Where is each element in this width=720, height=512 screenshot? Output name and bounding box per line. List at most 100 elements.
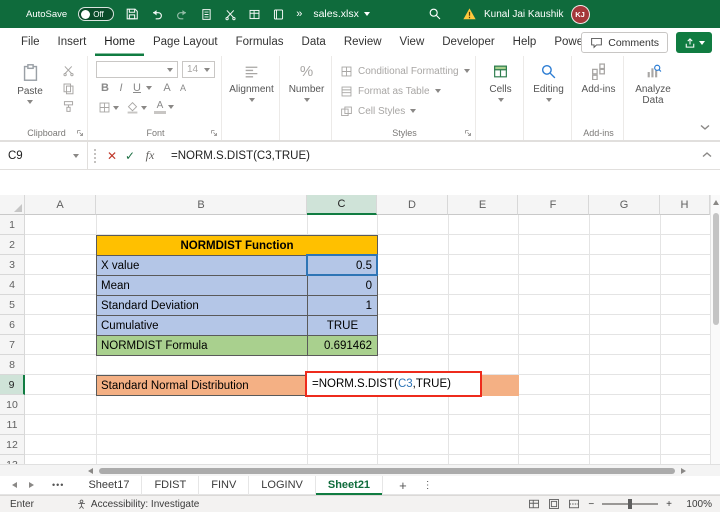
- sheet-prev-icon[interactable]: [12, 482, 17, 488]
- enter-icon[interactable]: ✓: [121, 149, 139, 163]
- italic-button[interactable]: I: [114, 82, 128, 94]
- tab-page-layout[interactable]: Page Layout: [144, 28, 227, 56]
- tab-help[interactable]: Help: [504, 28, 546, 56]
- analyze-data-button[interactable]: AnalyzeData: [626, 56, 680, 126]
- autosave-toggle[interactable]: Off: [78, 7, 114, 21]
- sheet-next-icon[interactable]: [29, 482, 34, 488]
- share-button[interactable]: [676, 32, 712, 53]
- cell-b4[interactable]: Mean: [96, 275, 308, 296]
- column-header-b[interactable]: B: [96, 195, 307, 215]
- conditional-formatting-button[interactable]: Conditional Formatting: [334, 61, 475, 81]
- font-color-button[interactable]: A: [154, 101, 174, 113]
- redo-icon[interactable]: [175, 7, 189, 21]
- row-header-13[interactable]: 13: [0, 455, 25, 464]
- cell-c7[interactable]: 0.691462: [307, 335, 378, 356]
- font-size-select[interactable]: 14: [182, 61, 215, 78]
- bold-button[interactable]: B: [98, 82, 112, 94]
- document-title[interactable]: sales.xlsx: [313, 8, 370, 20]
- tab-insert[interactable]: Insert: [49, 28, 96, 56]
- zoom-slider[interactable]: [602, 503, 658, 505]
- row-header-9[interactable]: 9: [0, 375, 25, 395]
- name-box[interactable]: C9: [0, 142, 88, 169]
- qat-print-icon[interactable]: [200, 8, 213, 21]
- cell-b7[interactable]: NORMDIST Formula: [96, 335, 308, 356]
- format-as-table-button[interactable]: Format as Table: [334, 81, 475, 101]
- qat-cut-icon[interactable]: [224, 8, 237, 21]
- cell-b2-title[interactable]: NORMDIST Function: [96, 235, 378, 256]
- increase-font-button[interactable]: A: [160, 82, 174, 94]
- format-painter-icon[interactable]: [62, 100, 75, 113]
- sheet-tab-sheet17[interactable]: Sheet17: [76, 476, 142, 495]
- row-header-4[interactable]: 4: [0, 275, 25, 295]
- accessibility-status[interactable]: Accessibility: Investigate: [76, 499, 199, 510]
- cell-b5[interactable]: Standard Deviation: [96, 295, 308, 316]
- formula-annotation-box[interactable]: =NORM.S.DIST(C3,TRUE): [305, 371, 482, 397]
- cells-menu-button[interactable]: Cells: [478, 56, 523, 126]
- fill-color-button[interactable]: [126, 101, 147, 114]
- zoom-in-button[interactable]: +: [666, 499, 672, 510]
- new-sheet-button[interactable]: +: [399, 478, 407, 493]
- cell-c6[interactable]: TRUE: [307, 315, 378, 336]
- expand-formula-bar-icon[interactable]: [702, 150, 712, 158]
- page-break-view-icon[interactable]: [568, 498, 580, 510]
- row-header-3[interactable]: 3: [0, 255, 25, 275]
- tab-developer[interactable]: Developer: [433, 28, 503, 56]
- alignment-menu-button[interactable]: Alignment: [224, 56, 279, 126]
- row-header-1[interactable]: 1: [0, 215, 25, 235]
- cut-icon[interactable]: [62, 64, 75, 77]
- cell-b9[interactable]: Standard Normal Distribution: [96, 375, 308, 396]
- search-icon[interactable]: [428, 7, 442, 21]
- scroll-right-icon[interactable]: [681, 468, 686, 474]
- column-header-c[interactable]: C: [307, 195, 377, 215]
- cell-c3[interactable]: 0.5: [307, 255, 378, 276]
- row-header-2[interactable]: 2: [0, 235, 25, 255]
- zoom-slider-thumb[interactable]: [628, 499, 632, 509]
- row-header-6[interactable]: 6: [0, 315, 25, 335]
- tab-home[interactable]: Home: [95, 28, 144, 56]
- tab-data[interactable]: Data: [293, 28, 335, 56]
- cell-c5[interactable]: 1: [307, 295, 378, 316]
- row-header-10[interactable]: 10: [0, 395, 25, 415]
- sheet-list-icon[interactable]: ⋮: [423, 480, 433, 491]
- column-header-h[interactable]: H: [660, 195, 710, 215]
- undo-icon[interactable]: [150, 7, 164, 21]
- paste-button[interactable]: Paste: [8, 56, 52, 126]
- normal-view-icon[interactable]: [528, 498, 540, 510]
- zoom-level[interactable]: 100%: [680, 499, 712, 510]
- vertical-scrollbar[interactable]: [710, 195, 720, 464]
- cell-styles-button[interactable]: Cell Styles: [334, 101, 475, 121]
- collapse-ribbon-icon[interactable]: [700, 124, 710, 132]
- row-header-5[interactable]: 5: [0, 295, 25, 315]
- sheet-tab-sheet21[interactable]: Sheet21: [316, 476, 383, 495]
- cell-c4[interactable]: 0: [307, 275, 378, 296]
- copy-icon[interactable]: [62, 82, 75, 95]
- font-dialog-launcher-icon[interactable]: [210, 129, 218, 137]
- cancel-icon[interactable]: ✕: [103, 149, 121, 163]
- page-layout-view-icon[interactable]: [548, 498, 560, 510]
- column-header-g[interactable]: G: [589, 195, 660, 215]
- tab-review[interactable]: Review: [335, 28, 391, 56]
- vertical-scroll-thumb[interactable]: [713, 213, 719, 325]
- decrease-font-button[interactable]: A: [176, 83, 190, 93]
- column-header-d[interactable]: D: [377, 195, 448, 215]
- sheet-tab-finv[interactable]: FINV: [199, 476, 249, 495]
- sheet-tab-loginv[interactable]: LOGINV: [249, 476, 316, 495]
- insert-function-icon[interactable]: fx: [139, 148, 161, 163]
- column-header-e[interactable]: E: [448, 195, 518, 215]
- select-all-corner[interactable]: [0, 195, 25, 215]
- sheet-tab-fdist[interactable]: FDIST: [142, 476, 199, 495]
- tab-file[interactable]: File: [12, 28, 49, 56]
- horizontal-scroll-thumb[interactable]: [99, 468, 675, 474]
- qat-book-icon[interactable]: [272, 8, 285, 21]
- underline-button[interactable]: U: [130, 82, 144, 94]
- save-icon[interactable]: [125, 7, 139, 21]
- row-header-8[interactable]: 8: [0, 355, 25, 375]
- number-menu-button[interactable]: % Number: [282, 56, 331, 126]
- horizontal-scrollbar[interactable]: [0, 464, 720, 476]
- sheet-ellipsis[interactable]: •••: [52, 480, 64, 490]
- borders-button[interactable]: [98, 101, 119, 114]
- scroll-up-icon[interactable]: [713, 200, 719, 205]
- tab-formulas[interactable]: Formulas: [227, 28, 293, 56]
- styles-dialog-launcher-icon[interactable]: [464, 129, 472, 137]
- tab-view[interactable]: View: [391, 28, 434, 56]
